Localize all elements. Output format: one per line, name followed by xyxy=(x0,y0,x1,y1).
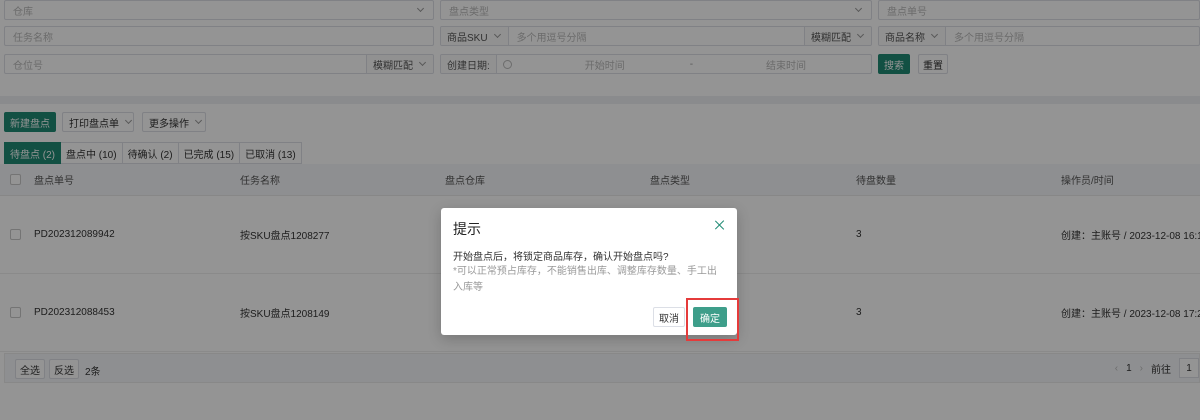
dialog-message: 开始盘点后，将锁定商品库存，确认开始盘点吗? xyxy=(453,252,669,263)
highlight-box xyxy=(686,298,739,341)
dialog-note: *可以正常预占库存，不能销售出库、调整库存数量、手工出入库等 xyxy=(453,266,717,293)
close-icon[interactable] xyxy=(715,220,725,230)
dialog-title: 提示 xyxy=(453,221,481,237)
cancel-button[interactable]: 取消 xyxy=(653,307,685,327)
